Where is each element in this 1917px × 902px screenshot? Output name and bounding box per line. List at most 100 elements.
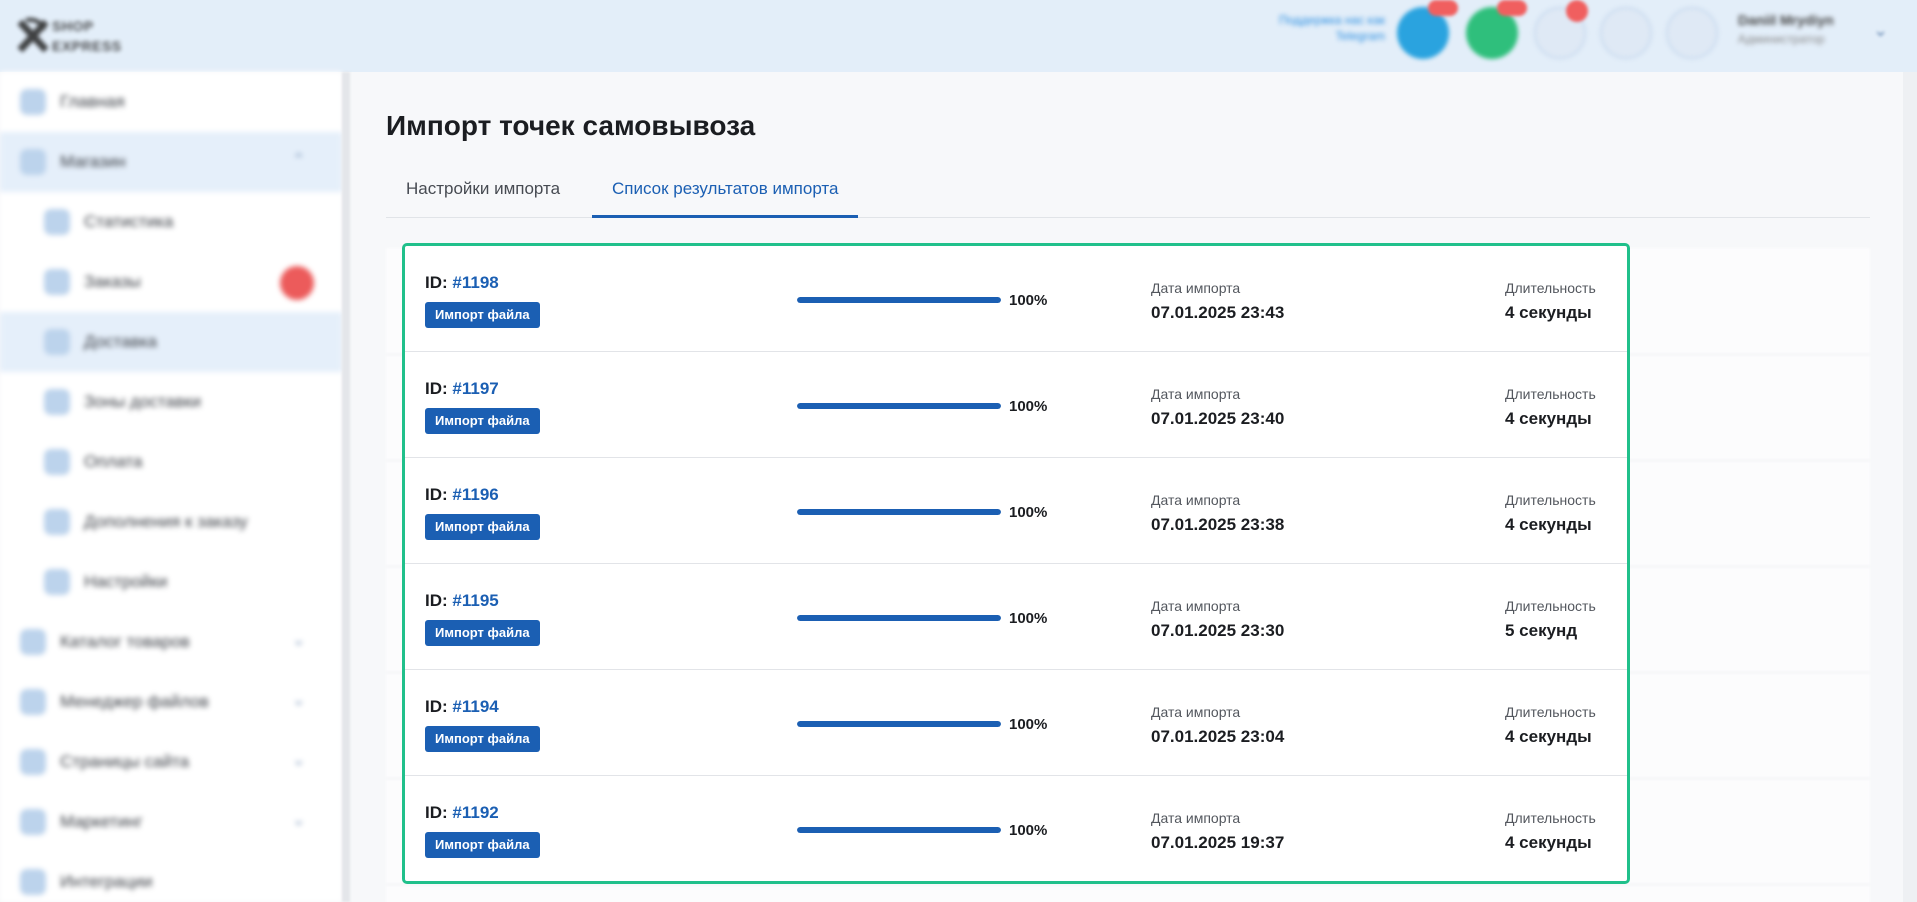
sidebar-item-delivery[interactable]: Доставка (0, 312, 342, 372)
telegram-badge (1428, 0, 1458, 16)
chat-icon[interactable] (1600, 7, 1652, 59)
import-type-badge: Импорт файла (425, 514, 540, 540)
sidebar-item-label: Каталог товаров (60, 632, 190, 651)
support-line-1: Поддержка нас как (1278, 13, 1385, 27)
gear-icon (44, 569, 70, 595)
duration-label: Длительность (1505, 598, 1596, 614)
sidebar-scrollbar[interactable] (342, 72, 350, 902)
sidebar-item-shop[interactable]: Магазин ⌃ (0, 132, 342, 192)
sidebar-item-orders[interactable]: Заказы (0, 252, 342, 312)
sidebar-item-label: Страницы сайта (60, 752, 190, 771)
progress-bar (797, 509, 1001, 515)
progress-percent: 100% (1009, 822, 1048, 839)
result-id-link[interactable]: #1198 (452, 273, 498, 292)
user-role: Администратор (1738, 32, 1825, 46)
progress-fill (797, 509, 1001, 515)
map-pin-icon (44, 389, 70, 415)
progress-percent: 100% (1009, 292, 1048, 309)
tab-import-settings[interactable]: Настройки импорта (386, 172, 580, 218)
tab-bar: Настройки импорта Список результатов имп… (386, 172, 1870, 218)
progress-bar (797, 827, 1001, 833)
sidebar-item-payment[interactable]: Оплата (0, 432, 342, 492)
pages-icon (20, 749, 46, 775)
progress-percent: 100% (1009, 504, 1048, 521)
logo-text-bottom: EXPRESS (52, 38, 122, 54)
sidebar-item-label: Маркетинг (60, 812, 143, 831)
import-result-row[interactable]: ID: #1196 Импорт файла 100% Дата импорта… (405, 458, 1627, 564)
support-line-2: Telegram (1335, 29, 1385, 43)
page-scrollbar[interactable] (1903, 72, 1917, 902)
catalog-icon (20, 629, 46, 655)
import-result-row[interactable]: ID: #1195 Импорт файла 100% Дата импорта… (405, 564, 1627, 670)
whatsapp-badge (1497, 0, 1527, 16)
notification-badge (1566, 0, 1588, 22)
sidebar-item-statistics[interactable]: Статистика (0, 192, 342, 252)
duration-label: Длительность (1505, 704, 1596, 720)
import-type-badge: Импорт файла (425, 302, 540, 328)
sidebar-item-integrations[interactable]: Интеграции (0, 852, 342, 902)
sidebar-item-label: Статистика (84, 212, 174, 231)
folder-icon (20, 689, 46, 715)
result-id-link[interactable]: #1197 (452, 379, 498, 398)
import-result-row[interactable]: ID: #1192 Импорт файла 100% Дата импорта… (405, 776, 1627, 881)
result-id: ID: #1192 (425, 803, 499, 823)
import-type-badge: Импорт файла (425, 832, 540, 858)
duration-value: 4 секунды (1505, 833, 1592, 852)
duration-label: Длительность (1505, 386, 1596, 402)
user-avatar-icon[interactable] (1666, 7, 1718, 59)
delivery-icon (44, 329, 70, 355)
sidebar-item-label: Настройки (84, 572, 168, 591)
import-date-value: 07.01.2025 23:30 (1151, 621, 1285, 640)
import-date-value: 07.01.2025 23:04 (1151, 727, 1285, 746)
logo-text-top: SHOP (52, 18, 94, 34)
sidebar-item-label: Менеджер файлов (60, 692, 209, 711)
progress-fill (797, 403, 1001, 409)
megaphone-icon (20, 809, 46, 835)
progress-fill (797, 827, 1001, 833)
import-results-list: ID: #1198 Импорт файла 100% Дата импорта… (402, 243, 1630, 884)
import-result-row[interactable]: ID: #1194 Импорт файла 100% Дата импорта… (405, 670, 1627, 776)
user-menu[interactable]: Daniil Mrydiyn Администратор (1738, 12, 1834, 46)
duration-label: Длительность (1505, 280, 1596, 296)
sidebar-item-site-pages[interactable]: Страницы сайта ⌄ (0, 732, 342, 792)
sidebar-item-label: Доставка (84, 332, 158, 351)
sidebar-item-file-manager[interactable]: Менеджер файлов ⌄ (0, 672, 342, 732)
duration-label: Длительность (1505, 492, 1596, 508)
duration-value: 4 секунды (1505, 303, 1592, 322)
top-header: SHOP EXPRESS Поддержка нас как Telegram … (0, 0, 1917, 72)
sidebar-item-label: Заказы (84, 272, 141, 291)
support-link[interactable]: Поддержка нас как Telegram (1225, 12, 1385, 44)
result-id-label: ID: (425, 803, 448, 822)
sidebar-item-order-addons[interactable]: Дополнения к заказу (0, 492, 342, 552)
tab-import-results[interactable]: Список результатов импорта (592, 172, 859, 218)
result-id-link[interactable]: #1196 (452, 485, 498, 504)
progress-bar (797, 297, 1001, 303)
chevron-down-icon: ⌄ (292, 752, 306, 769)
sidebar-item-label: Магазин (60, 152, 126, 171)
import-result-row[interactable]: ID: #1198 Импорт файла 100% Дата импорта… (405, 246, 1627, 352)
sidebar-item-marketing[interactable]: Маркетинг ⌄ (0, 792, 342, 852)
sidebar-item-settings[interactable]: Настройки (0, 552, 342, 612)
sidebar: Главная Магазин ⌃ Статистика Заказы Дост… (0, 72, 342, 902)
result-id-link[interactable]: #1195 (452, 591, 498, 610)
result-id-label: ID: (425, 379, 448, 398)
sidebar-item-home[interactable]: Главная (0, 72, 342, 132)
result-id-link[interactable]: #1192 (452, 803, 498, 822)
import-date-value: 07.01.2025 23:43 (1151, 303, 1285, 322)
result-id-label: ID: (425, 697, 448, 716)
import-result-row[interactable]: ID: #1197 Импорт файла 100% Дата импорта… (405, 352, 1627, 458)
sidebar-item-catalog[interactable]: Каталог товаров ⌄ (0, 612, 342, 672)
result-id-link[interactable]: #1194 (452, 697, 498, 716)
home-icon (20, 89, 46, 115)
progress-fill (797, 721, 1001, 727)
chevron-up-icon: ⌃ (292, 152, 306, 169)
progress-percent: 100% (1009, 398, 1048, 415)
import-date-label: Дата импорта (1151, 810, 1241, 826)
progress-bar (797, 403, 1001, 409)
import-date-value: 07.01.2025 23:38 (1151, 515, 1285, 534)
duration-value: 4 секунды (1505, 515, 1592, 534)
wallet-icon (44, 449, 70, 475)
logo[interactable]: SHOP EXPRESS (12, 12, 147, 56)
chevron-down-icon[interactable]: ⌄ (1873, 20, 1888, 41)
sidebar-item-delivery-zones[interactable]: Зоны доставки (0, 372, 342, 432)
